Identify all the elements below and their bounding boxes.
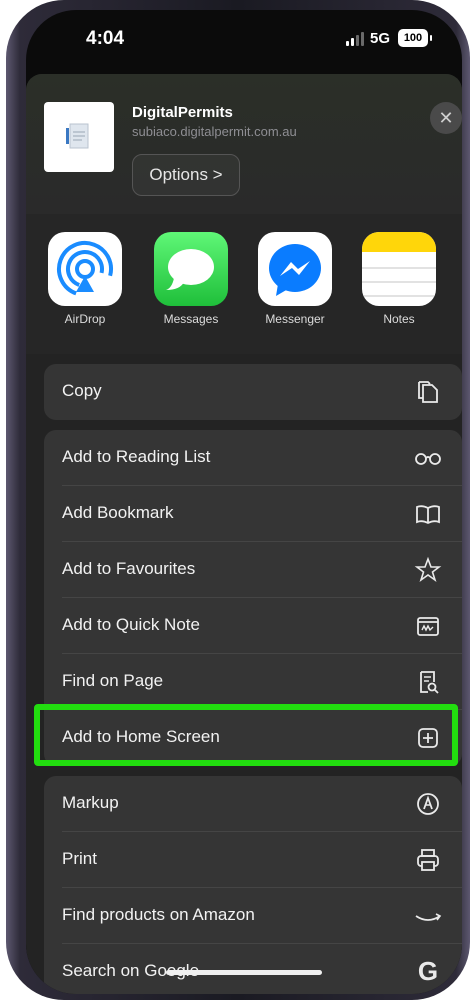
site-title: DigitalPermits — [132, 104, 233, 121]
action-label: Copy — [62, 381, 102, 400]
markup-icon — [417, 793, 439, 815]
action-label: Find products on Amazon — [62, 905, 255, 924]
options-button[interactable]: Options > — [132, 154, 240, 196]
action-add-quick-note[interactable]: Add to Quick Note — [44, 598, 462, 654]
app-label: Messenger — [265, 312, 325, 326]
action-label: Markup — [62, 793, 119, 812]
status-bar: 4:04 5G 100 — [26, 10, 462, 66]
action-label: Find on Page — [62, 671, 164, 690]
home-indicator — [166, 970, 322, 975]
app-row: AirDrop Messages Messenger Notes — [26, 214, 462, 354]
action-add-favourites[interactable]: Add to Favourites — [44, 542, 462, 598]
status-time: 4:04 — [86, 28, 125, 49]
page-icon — [66, 123, 89, 149]
action-label: Add to Quick Note — [62, 615, 200, 634]
action-add-reading-list[interactable]: Add to Reading List — [44, 430, 462, 486]
action-add-bookmark[interactable]: Add Bookmark — [44, 486, 462, 542]
app-label: Messages — [163, 312, 219, 326]
app-airdrop[interactable]: AirDrop — [40, 232, 130, 326]
action-find-products-amazon[interactable]: Find products on Amazon — [44, 888, 462, 944]
app-more[interactable] — [458, 232, 462, 306]
messages-icon — [154, 232, 228, 306]
action-search-on-google[interactable]: Search on Google G — [44, 944, 462, 994]
quick-note-icon — [417, 617, 439, 636]
action-find-on-page[interactable]: Find on Page — [44, 654, 462, 710]
network-label: 5G — [370, 30, 391, 47]
action-label: Add to Favourites — [62, 559, 196, 578]
app-notes[interactable]: Notes — [354, 232, 444, 326]
close-button[interactable]: ✕ — [430, 102, 462, 134]
glasses-icon — [415, 453, 441, 465]
action-label: Print — [62, 849, 97, 868]
signal-icon — [346, 32, 364, 46]
action-label: Add Bookmark — [62, 503, 174, 522]
book-icon — [416, 505, 440, 525]
copy-icon — [418, 381, 438, 403]
app-label: Notes — [383, 312, 415, 326]
battery-icon: 100 — [398, 29, 432, 47]
printer-icon — [417, 849, 439, 871]
highlight-box — [34, 704, 458, 766]
app-label: AirDrop — [64, 312, 106, 326]
find-icon — [420, 671, 439, 694]
messenger-icon — [258, 232, 332, 306]
star-icon — [414, 556, 442, 583]
notes-icon — [362, 232, 436, 306]
google-icon: G — [417, 956, 439, 986]
more-actions-group: Markup Print Find products on Amazon Sea… — [44, 776, 462, 994]
share-header: DigitalPermits subiaco.digitalpermit.com… — [26, 74, 462, 214]
phone-frame: 4:04 5G 100 DigitalPermits subiaco.digit… — [6, 0, 470, 1000]
action-copy[interactable]: Copy — [44, 364, 462, 420]
copy-group: Copy — [44, 364, 462, 420]
app-messages[interactable]: Messages — [146, 232, 236, 326]
site-thumbnail — [44, 102, 114, 172]
action-label: Add to Reading List — [62, 447, 211, 466]
action-markup[interactable]: Markup — [44, 776, 462, 832]
app-messenger[interactable]: Messenger — [250, 232, 340, 326]
action-print[interactable]: Print — [44, 832, 462, 888]
amazon-icon — [415, 913, 442, 921]
phone-screen: 4:04 5G 100 DigitalPermits subiaco.digit… — [26, 10, 462, 994]
share-sheet: DigitalPermits subiaco.digitalpermit.com… — [26, 74, 462, 994]
site-url: subiaco.digitalpermit.com.au — [132, 124, 297, 139]
airdrop-icon — [48, 232, 122, 306]
